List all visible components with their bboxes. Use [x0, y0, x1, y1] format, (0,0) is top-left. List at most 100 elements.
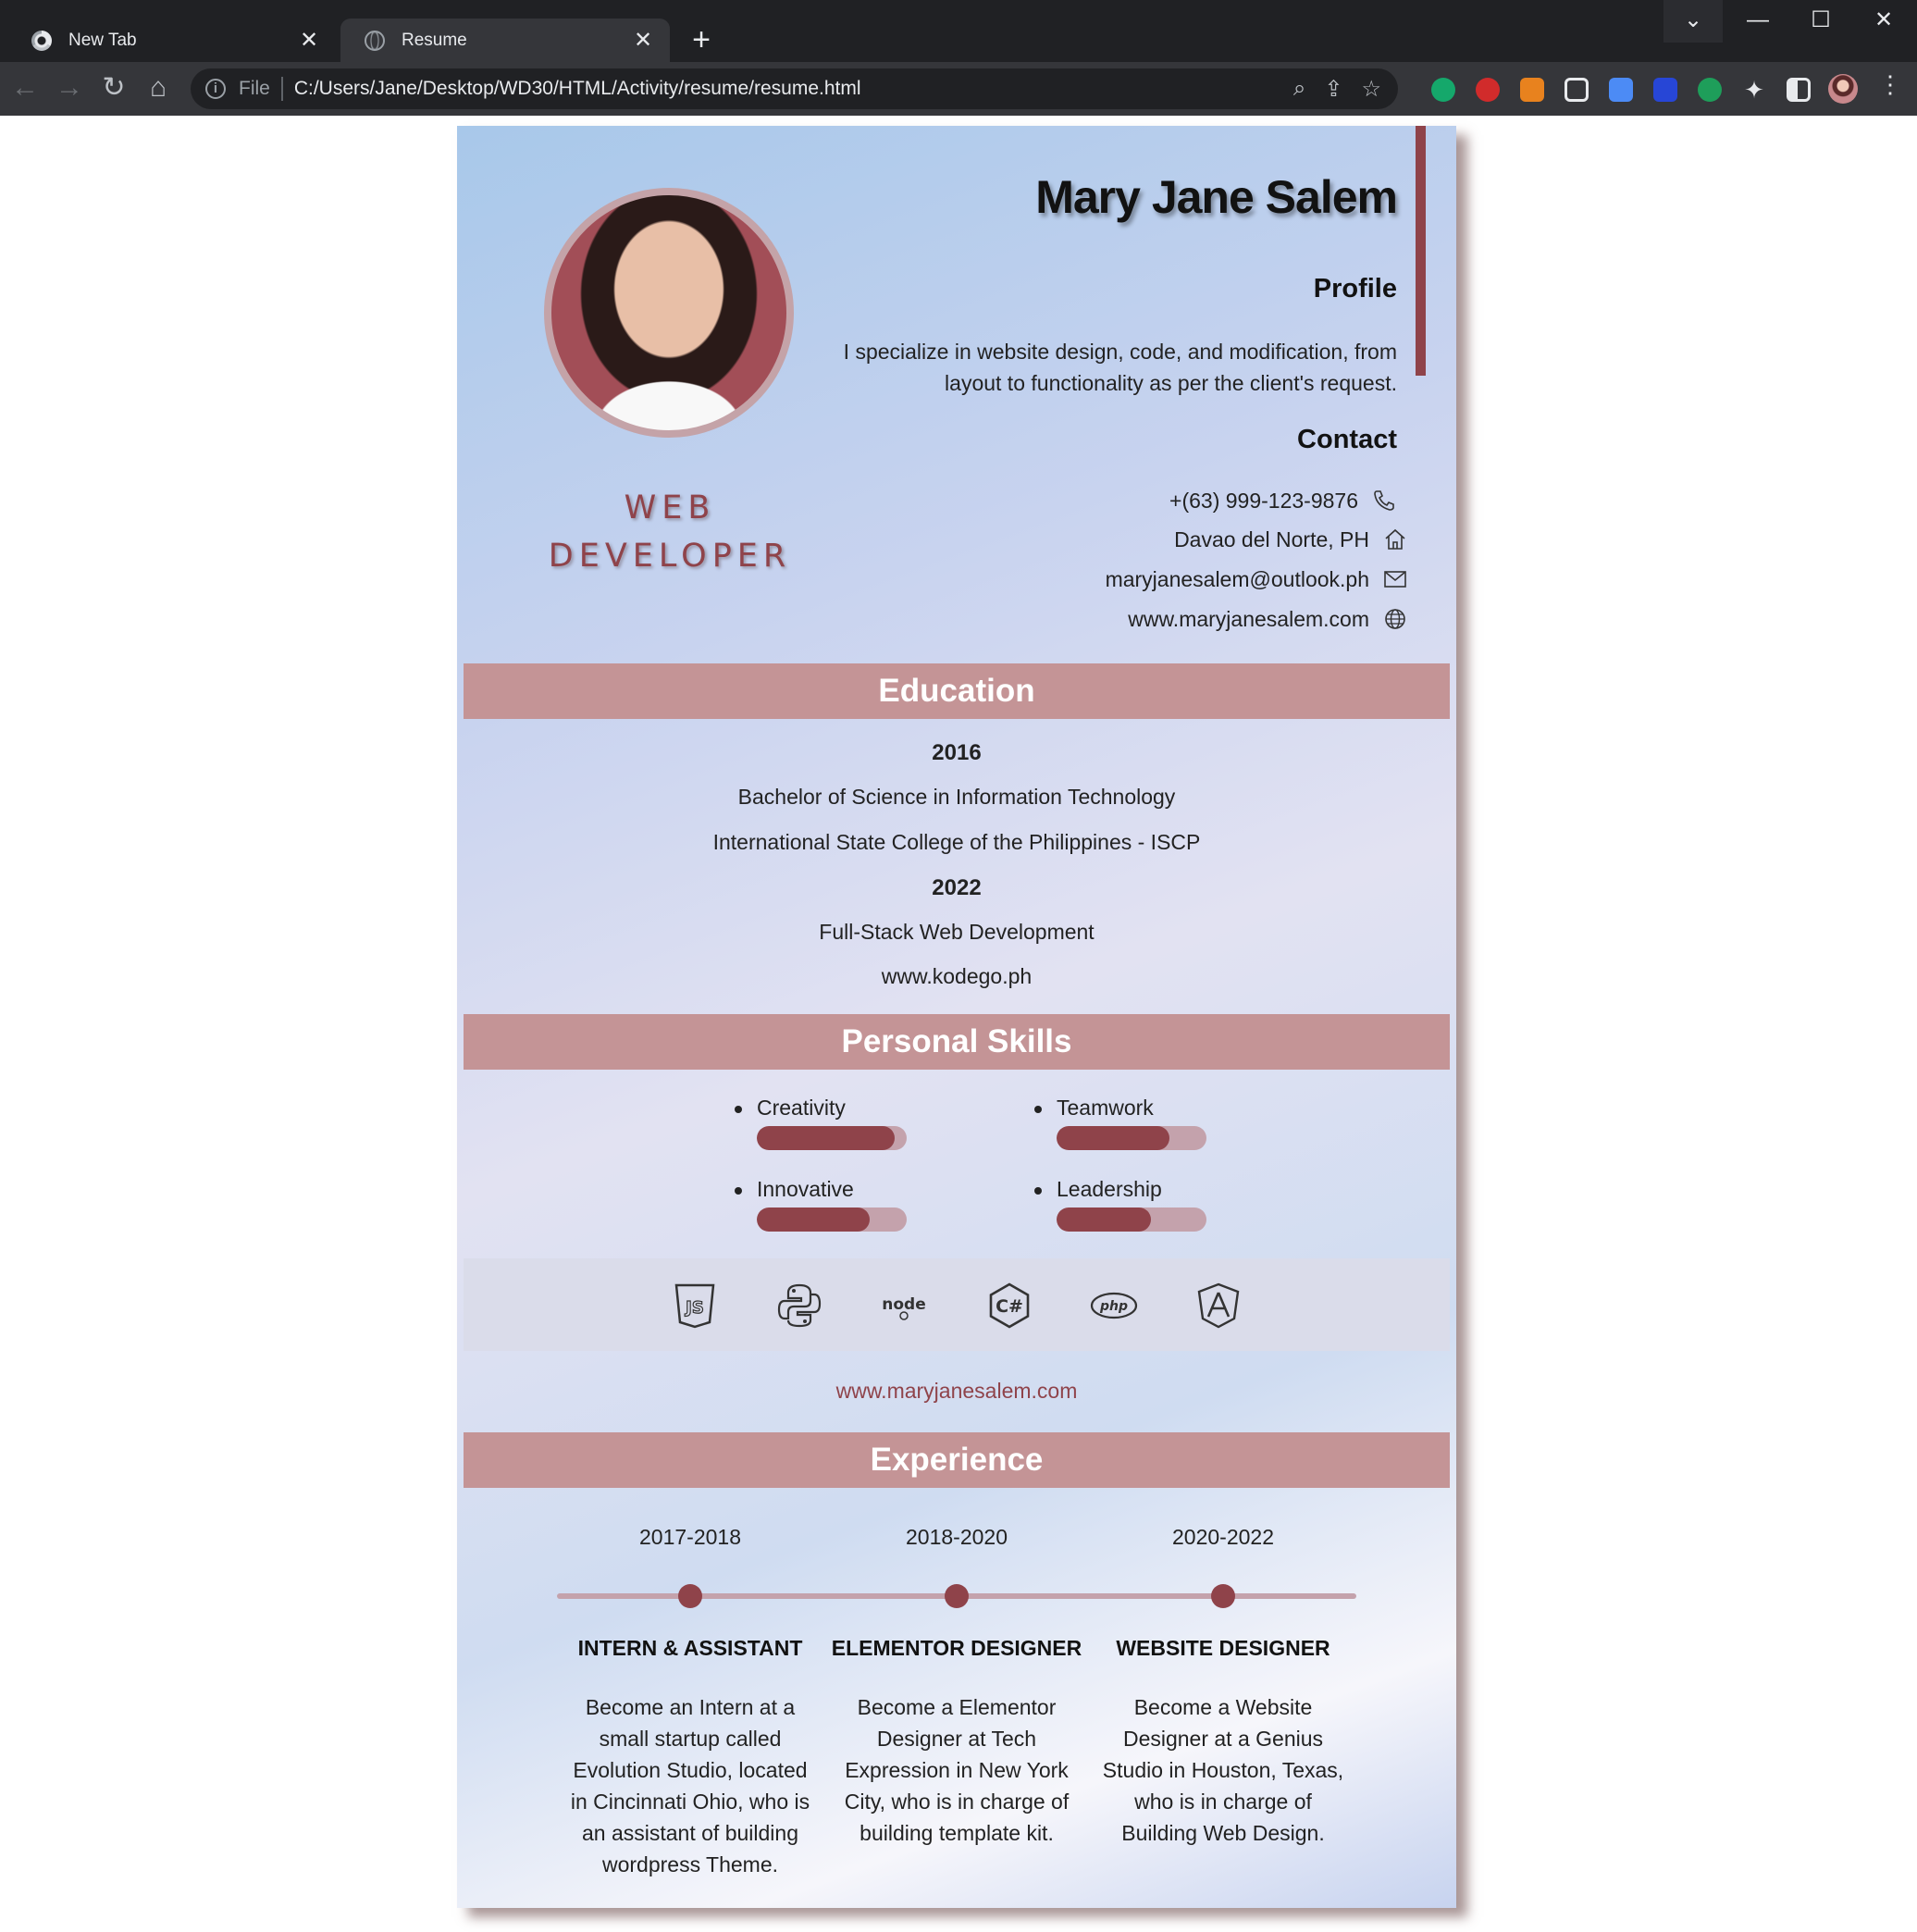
skill-bar: [757, 1126, 907, 1150]
side-panel-icon[interactable]: [1787, 78, 1811, 102]
tab-title: New Tab: [68, 30, 137, 50]
python-icon: [777, 1283, 822, 1328]
chrome-icon: [31, 30, 52, 51]
skill-bar: [1057, 1126, 1206, 1150]
tab-title: Resume: [402, 30, 467, 50]
experience-title: WEBSITE DESIGNER: [1116, 1636, 1330, 1660]
menu-icon[interactable]: ⋮: [1878, 70, 1902, 99]
accent-bar: [1416, 126, 1426, 376]
nodejs-icon: node: [882, 1295, 926, 1320]
svg-text:JS: JS: [684, 1298, 704, 1318]
experience-years: 2018-2020: [906, 1525, 1008, 1549]
job-title-line: WEB: [624, 489, 716, 526]
screenshot-extension-icon[interactable]: [1609, 78, 1633, 102]
experience-description: Become a Elementor Designer at Tech Expr…: [844, 1695, 1070, 1845]
home-button[interactable]: ⌂: [139, 69, 178, 108]
experience-description: Become a Website Designer at a Genius St…: [1102, 1695, 1344, 1845]
skill-bar-fill: [1057, 1208, 1152, 1232]
svg-text:C#: C#: [996, 1296, 1023, 1317]
tab-strip: New Tab ✕ Resume ✕ + ⌄ — ☐ ✕: [0, 0, 1917, 62]
grammarly-extension-icon[interactable]: [1431, 78, 1455, 102]
education-heading: Education: [464, 663, 1450, 719]
website-link[interactable]: www.maryjanesalem.com: [457, 1379, 1456, 1404]
browser-toolbar: ← → ↻ ⌂ i File C:/Users/Jane/Desktop/WD3…: [0, 62, 1917, 116]
tab-search-button[interactable]: ⌄: [1663, 0, 1723, 43]
education-degree: Full-Stack Web Development: [819, 920, 1095, 944]
experience-description: Become an Intern at a small startup call…: [570, 1695, 810, 1876]
svg-text:php: php: [1099, 1299, 1128, 1314]
sheets-extension-icon[interactable]: [1698, 78, 1722, 102]
share-icon[interactable]: ⇪: [1324, 76, 1342, 103]
angular-icon: [1197, 1282, 1240, 1329]
window-extension-icon[interactable]: [1565, 78, 1589, 102]
close-window-button[interactable]: ✕: [1852, 0, 1915, 43]
info-icon[interactable]: i: [205, 79, 226, 99]
skill-label: Leadership: [1034, 1177, 1242, 1202]
skill-label: Innovative: [735, 1177, 942, 1202]
skill-item: Leadership: [1034, 1177, 1242, 1232]
education-year: 2016: [932, 740, 982, 765]
forward-button[interactable]: →: [50, 69, 89, 108]
skills-heading: Personal Skills: [464, 1014, 1450, 1070]
javascript-icon: JS: [674, 1283, 715, 1329]
close-icon[interactable]: ✕: [297, 27, 321, 54]
divider: [280, 77, 283, 101]
bitwarden-extension-icon[interactable]: [1653, 78, 1677, 102]
url-text[interactable]: C:/Users/Jane/Desktop/WD30/HTML/Activity…: [294, 78, 1293, 100]
contact-text: +(63) 999-123-9876: [1169, 488, 1358, 513]
contact-phone: +(63) 999-123-9876: [1169, 488, 1397, 514]
timeline-dot: [945, 1584, 969, 1608]
home-icon: [1385, 528, 1405, 550]
zoom-icon[interactable]: ⌕: [1293, 76, 1305, 103]
php-icon: php: [1090, 1292, 1138, 1319]
profile-heading: Profile: [1313, 274, 1397, 303]
job-title: WEB DEVELOPER: [494, 484, 846, 580]
contact-text: www.maryjanesalem.com: [1128, 606, 1369, 631]
timeline-dot: [678, 1584, 702, 1608]
tab-new-tab[interactable]: New Tab ✕: [7, 19, 336, 62]
metamask-extension-icon[interactable]: [1520, 78, 1544, 102]
contact-email: maryjanesalem@outlook.ph: [1106, 566, 1408, 592]
timeline-dot: [1211, 1584, 1235, 1608]
education-school: International State College of the Phili…: [712, 830, 1201, 854]
tab-resume[interactable]: Resume ✕: [340, 19, 670, 62]
reload-button[interactable]: ↻: [94, 69, 133, 108]
mail-icon: [1384, 571, 1406, 588]
experience-years: 2017-2018: [639, 1525, 741, 1549]
phone-icon: [1374, 490, 1394, 511]
profile-avatar[interactable]: [1828, 74, 1858, 104]
experience-title: ELEMENTOR DESIGNER: [831, 1636, 1082, 1660]
contact-text: maryjanesalem@outlook.ph: [1105, 566, 1369, 591]
adblock-extension-icon[interactable]: [1476, 78, 1500, 102]
skill-label: Creativity: [735, 1096, 942, 1121]
extensions-puzzle-icon[interactable]: ✦: [1742, 78, 1766, 102]
minimize-button[interactable]: —: [1726, 0, 1789, 43]
skill-bar: [757, 1208, 907, 1232]
contact-heading: Contact: [1297, 425, 1397, 454]
csharp-icon: C#: [989, 1282, 1030, 1329]
bookmark-star-icon[interactable]: ☆: [1361, 76, 1381, 103]
skill-label: Teamwork: [1034, 1096, 1242, 1121]
skill-bar-fill: [757, 1208, 870, 1232]
address-bar[interactable]: i File C:/Users/Jane/Desktop/WD30/HTML/A…: [191, 68, 1398, 109]
contact-location: Davao del Norte, PH: [1174, 526, 1408, 552]
globe-icon: [1385, 609, 1405, 629]
contact-text: Davao del Norte, PH: [1174, 526, 1369, 551]
job-title-line: DEVELOPER: [548, 538, 792, 575]
new-tab-button[interactable]: +: [683, 22, 720, 59]
skill-item: Creativity: [735, 1096, 942, 1150]
education-year: 2022: [932, 875, 982, 900]
globe-icon: [365, 30, 385, 51]
close-icon[interactable]: ✕: [631, 27, 655, 54]
skill-bar-fill: [757, 1126, 896, 1150]
back-button[interactable]: ←: [6, 69, 44, 108]
experience-title: INTERN & ASSISTANT: [577, 1636, 803, 1660]
education-degree: Bachelor of Science in Information Techn…: [737, 785, 1176, 809]
education-school: www.kodego.ph: [881, 964, 1033, 988]
maximize-button[interactable]: ☐: [1789, 0, 1852, 43]
experience-heading: Experience: [464, 1432, 1450, 1488]
profile-text: I specialize in website design, code, an…: [843, 340, 1397, 395]
scheme-label: File: [239, 78, 270, 99]
skill-item: Innovative: [735, 1177, 942, 1232]
skill-bar-fill: [1057, 1126, 1169, 1150]
